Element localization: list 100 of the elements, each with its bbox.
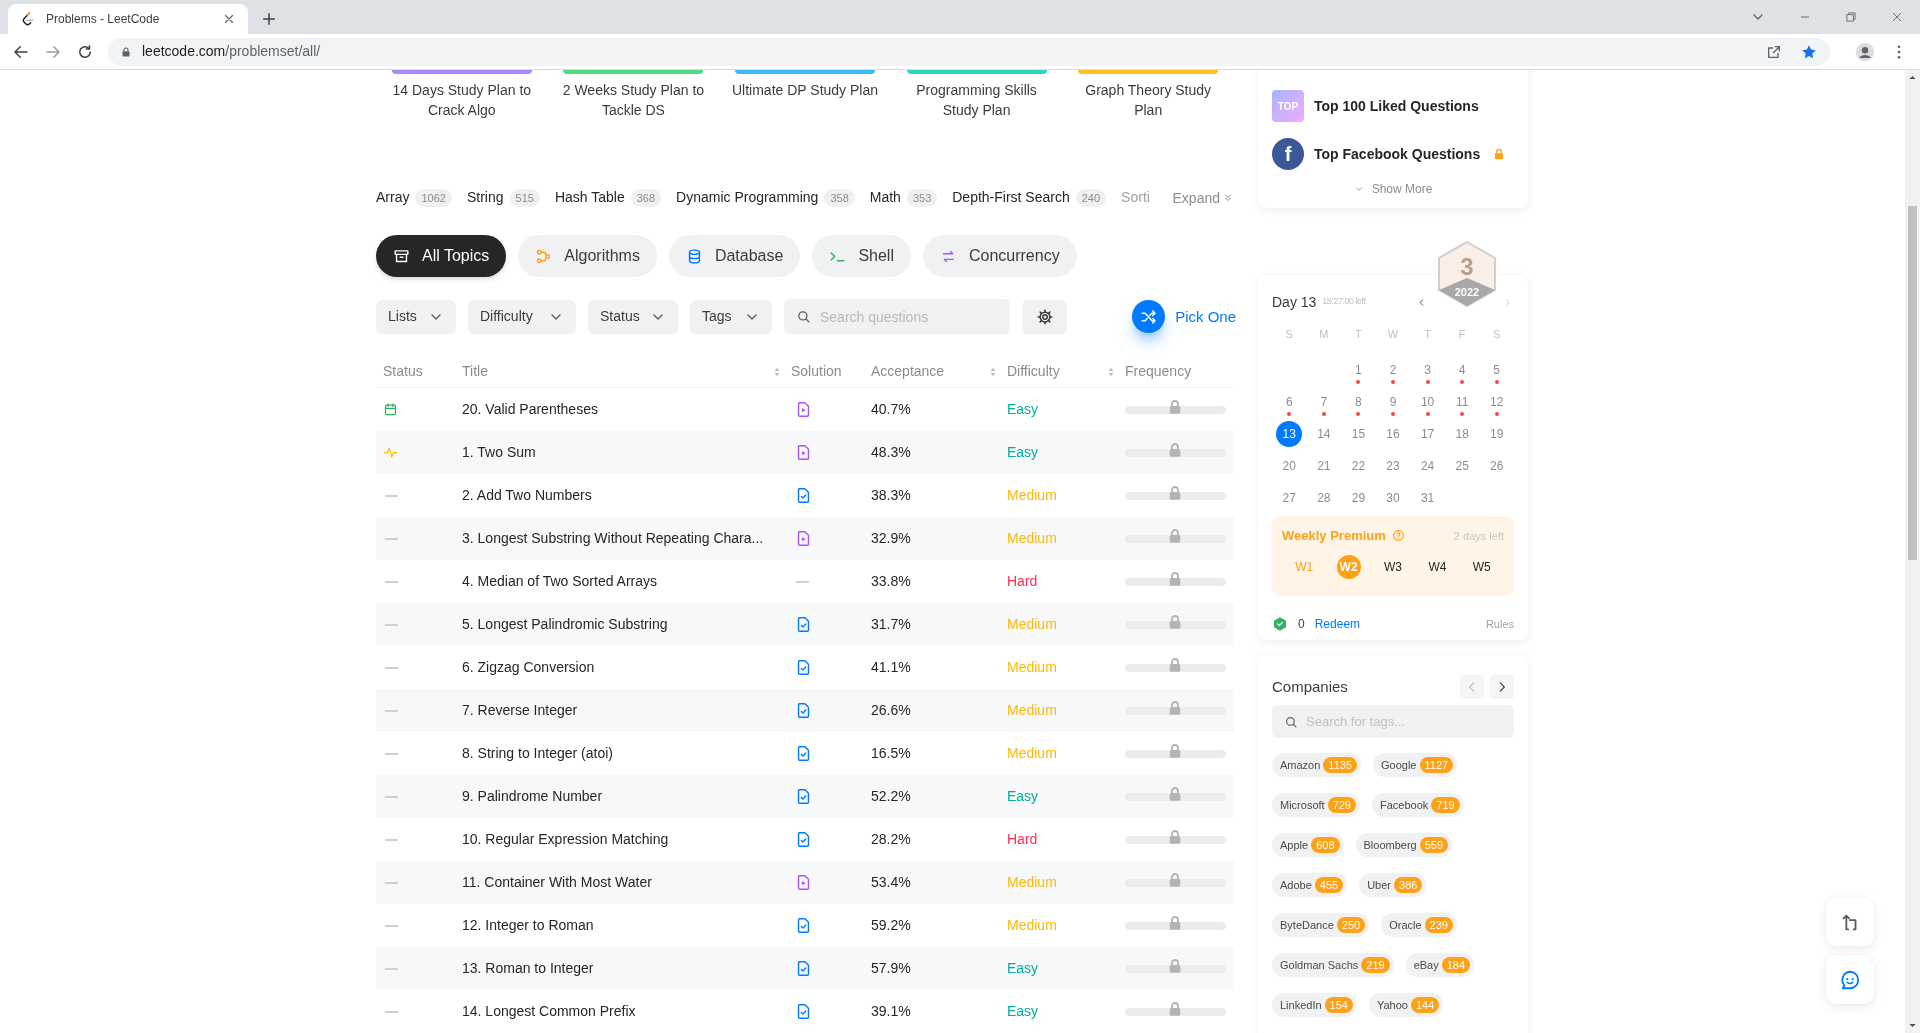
problem-title-link[interactable]: 3. Longest Substring Without Repeating Chara... xyxy=(462,528,791,549)
study-plan-title[interactable]: Programming Skills Study Plan xyxy=(901,80,1052,120)
problem-title-link[interactable]: 11. Container With Most Water xyxy=(462,872,791,893)
search-field[interactable]: Search questions xyxy=(784,299,1010,335)
scrollbar-thumb[interactable] xyxy=(1908,206,1917,560)
company-tag[interactable]: Amazon 1135 xyxy=(1272,753,1361,777)
problem-title-link[interactable]: 14. Longest Common Prefix xyxy=(462,1001,791,1022)
company-tag[interactable]: Oracle 239 xyxy=(1381,913,1457,937)
company-tag[interactable]: Uber 386 xyxy=(1359,873,1427,897)
study-plan-title[interactable]: 14 Days Study Plan to Crack Algo xyxy=(386,80,537,120)
shuffle-button[interactable] xyxy=(1132,300,1166,334)
filter-dropdown[interactable]: Lists xyxy=(376,299,456,334)
new-tab-icon[interactable] xyxy=(260,10,278,28)
problem-title-link[interactable]: 5. Longest Palindromic Substring xyxy=(462,614,791,635)
calendar-day[interactable]: 8 xyxy=(1355,393,1362,411)
problem-title-link[interactable]: 7. Reverse Integer xyxy=(462,700,791,721)
calendar-day[interactable]: 15 xyxy=(1351,425,1366,443)
calendar-day[interactable]: 13 xyxy=(1276,421,1303,447)
pick-one-link[interactable]: Pick One xyxy=(1175,305,1236,329)
filter-dropdown[interactable]: Status xyxy=(588,299,678,334)
calendar-day[interactable]: 20 xyxy=(1282,457,1296,475)
profile-icon[interactable] xyxy=(1854,40,1876,63)
tag-link[interactable]: Array xyxy=(376,187,410,209)
tag-link[interactable]: Hash Table xyxy=(554,187,625,209)
company-tag[interactable]: LinkedIn 154 xyxy=(1272,993,1357,1017)
tag-link[interactable]: Dynamic Programming xyxy=(676,187,819,209)
feedback-button[interactable] xyxy=(1826,956,1874,1004)
topic-tab[interactable]: Database xyxy=(668,235,801,278)
tag-link[interactable]: String xyxy=(466,187,504,209)
company-tag[interactable]: ByteDance 250 xyxy=(1272,913,1370,937)
check-document-icon[interactable] xyxy=(795,1003,812,1020)
close-icon[interactable] xyxy=(222,12,236,26)
calendar-day[interactable]: 21 xyxy=(1317,457,1331,475)
video-document-icon[interactable] xyxy=(795,530,812,547)
check-document-icon[interactable] xyxy=(795,788,812,805)
company-tag[interactable]: Yahoo 144 xyxy=(1368,993,1444,1017)
problem-title-link[interactable]: 20. Valid Parentheses xyxy=(462,399,791,420)
problem-title-link[interactable]: 2. Add Two Numbers xyxy=(462,485,791,506)
chevron-left-icon[interactable] xyxy=(1417,298,1426,307)
check-document-icon[interactable] xyxy=(795,702,812,719)
filter-dropdown[interactable]: Tags xyxy=(690,299,772,334)
filter-dropdown[interactable]: Difficulty xyxy=(468,299,576,334)
check-document-icon[interactable] xyxy=(795,616,812,633)
calendar-day[interactable]: 29 xyxy=(1351,489,1366,507)
video-document-icon[interactable] xyxy=(795,444,812,461)
problem-title-link[interactable]: 1. Two Sum xyxy=(462,442,791,463)
column-header[interactable]: Frequency xyxy=(1125,360,1226,383)
calendar-day[interactable]: 30 xyxy=(1386,489,1400,507)
company-tag[interactable]: Facebook 719 xyxy=(1372,793,1464,817)
problem-title-link[interactable]: 6. Zigzag Conversion xyxy=(462,657,791,678)
check-document-icon[interactable] xyxy=(795,917,812,934)
problem-title-link[interactable]: 10. Regular Expression Matching xyxy=(462,829,791,850)
browser-tab[interactable]: Problems - LeetCode xyxy=(8,4,248,34)
week-tab[interactable]: W5 xyxy=(1469,554,1494,579)
show-more-button[interactable]: Show More xyxy=(1353,180,1433,198)
list-link[interactable]: Top 100 Liked Questions xyxy=(1314,95,1479,117)
video-document-icon[interactable] xyxy=(795,874,812,891)
list-link[interactable]: Top Facebook Questions xyxy=(1314,143,1481,165)
calendar-day[interactable]: 6 xyxy=(1285,393,1293,411)
check-document-icon[interactable] xyxy=(795,487,812,504)
address-bar[interactable]: leetcode.com/problemset/all/ xyxy=(108,37,1830,66)
week-tab[interactable]: W4 xyxy=(1425,554,1450,579)
calendar-day[interactable]: 25 xyxy=(1455,457,1469,475)
week-tab[interactable]: W3 xyxy=(1381,554,1405,579)
check-document-icon[interactable] xyxy=(795,960,812,977)
check-document-icon[interactable] xyxy=(795,745,812,762)
company-tag[interactable]: Microsoft 729 xyxy=(1272,793,1360,817)
calendar-day[interactable]: 18 xyxy=(1455,425,1469,443)
problem-title-link[interactable]: 12. Integer to Roman xyxy=(462,915,791,936)
share-icon[interactable] xyxy=(1766,43,1782,60)
video-document-icon[interactable] xyxy=(795,401,812,418)
next-button[interactable] xyxy=(1490,675,1514,699)
company-tag[interactable]: Bloomberg 559 xyxy=(1355,833,1453,857)
close-icon[interactable] xyxy=(1890,10,1904,24)
problem-title-link[interactable]: 4. Median of Two Sorted Arrays xyxy=(462,571,791,592)
company-tag[interactable]: eBay 184 xyxy=(1405,953,1475,977)
column-header[interactable]: Status xyxy=(383,360,454,383)
calendar-day[interactable]: 26 xyxy=(1490,457,1504,475)
calendar-day[interactable]: 4 xyxy=(1458,361,1466,379)
problem-title-link[interactable]: 9. Palindrome Number xyxy=(462,786,791,807)
check-document-icon[interactable] xyxy=(795,659,812,676)
problem-title-link[interactable]: 13. Roman to Integer xyxy=(462,958,791,979)
topic-tab[interactable]: Algorithms xyxy=(518,235,657,278)
settings-button[interactable] xyxy=(1022,299,1067,334)
topic-tab[interactable]: Concurrency xyxy=(922,235,1077,278)
topic-tab[interactable]: All Topics xyxy=(376,235,507,278)
study-plan-title[interactable]: 2 Weeks Study Plan to Tackle DS xyxy=(558,80,709,120)
check-document-icon[interactable] xyxy=(795,831,812,848)
scrollbar[interactable] xyxy=(1905,70,1920,1033)
company-tag[interactable]: Goldman Sachs 219 xyxy=(1272,953,1394,977)
company-tag[interactable]: Adobe 455 xyxy=(1272,873,1348,897)
calendar-day[interactable]: 5 xyxy=(1493,361,1501,379)
calendar-day[interactable]: 3 xyxy=(1424,361,1431,379)
tag-link[interactable]: Depth-First Search xyxy=(952,187,1070,209)
reload-icon[interactable] xyxy=(76,42,94,61)
calendar-day[interactable]: 28 xyxy=(1317,489,1331,507)
calendar-day[interactable]: 14 xyxy=(1317,425,1331,443)
topic-tab[interactable]: Shell xyxy=(812,235,911,278)
study-plan-title[interactable]: Ultimate DP Study Plan xyxy=(730,80,880,100)
calendar-day[interactable]: 23 xyxy=(1386,457,1400,475)
